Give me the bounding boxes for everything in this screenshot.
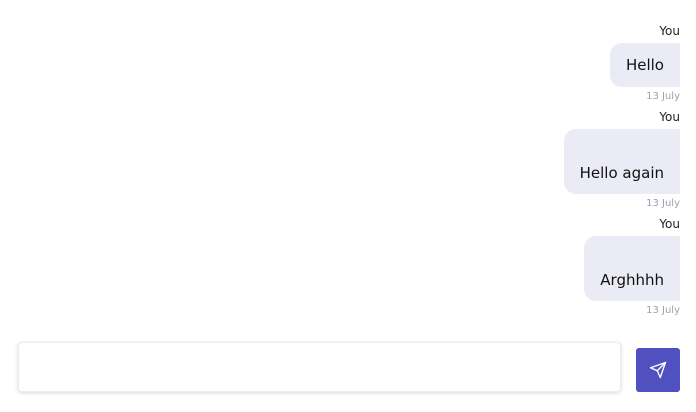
chat-app: You Hello 13 July You Hello again 13 Jul… bbox=[0, 0, 696, 412]
message-timestamp: 13 July bbox=[646, 91, 680, 102]
message-item: You Hello 13 July bbox=[16, 22, 680, 108]
message-text: Hello again bbox=[579, 164, 664, 182]
send-icon bbox=[649, 361, 667, 379]
message-timestamp: 13 July bbox=[646, 198, 680, 209]
message-sender: You bbox=[659, 217, 680, 231]
message-item: You Hello again 13 July bbox=[16, 108, 680, 215]
message-text: Hello bbox=[625, 56, 664, 74]
message-list: You Hello 13 July You Hello again 13 Jul… bbox=[16, 22, 680, 322]
message-item: You Arghhhh 13 July bbox=[16, 215, 680, 322]
message-input[interactable] bbox=[19, 343, 620, 391]
message-bubble: Hello bbox=[609, 43, 680, 87]
message-composer bbox=[18, 342, 621, 392]
message-bubble: Arghhhh bbox=[584, 236, 680, 301]
message-sender: You bbox=[659, 24, 680, 38]
send-button[interactable] bbox=[636, 348, 680, 392]
message-bubble: Hello again bbox=[563, 129, 680, 194]
message-timestamp: 13 July bbox=[646, 305, 680, 316]
message-sender: You bbox=[659, 110, 680, 124]
message-text: Arghhhh bbox=[600, 271, 664, 289]
